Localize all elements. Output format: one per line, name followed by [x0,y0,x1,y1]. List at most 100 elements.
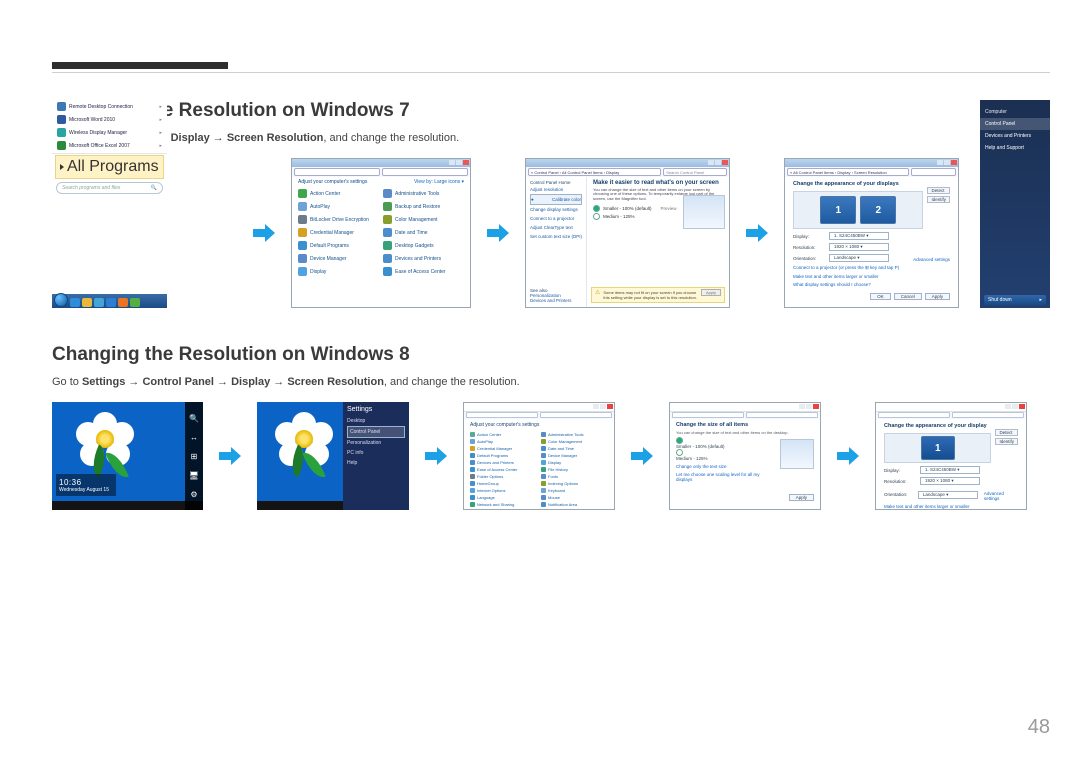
cp-item[interactable]: Language [470,494,537,501]
cp-item[interactable]: Programs and Features [541,508,608,510]
address-bar[interactable]: « Control Panel › All Control Panel Item… [528,168,727,176]
cp-item[interactable]: Folder Options [470,473,537,480]
address-bar[interactable]: « All Control Panel Items › Display › Sc… [787,168,956,176]
cp-item[interactable]: Action Center [470,431,537,438]
start-right-item[interactable]: Control Panel [980,118,1050,130]
cp-item[interactable]: BitLocker Drive Encryption [298,213,379,226]
start-right-item[interactable]: Help and Support [980,142,1050,154]
all-programs-button[interactable]: All Programs [55,155,164,179]
cp-item[interactable]: AutoPlay [298,200,379,213]
cp-item[interactable]: Default Programs [298,239,379,252]
scale-medium-radio[interactable]: Medium - 125% [676,449,774,461]
cp-item[interactable]: Default Programs [470,452,537,459]
start-item[interactable]: Wireless Display Manager ▸ [52,126,167,139]
charm-devices-icon[interactable]: 🖥 [189,470,199,480]
start-item[interactable]: Microsoft Word 2010 ▸ [52,113,167,126]
monitor-2-icon[interactable]: 2 [860,196,896,224]
settings-panel-item[interactable]: Control Panel [347,426,405,438]
apply-button[interactable]: Apply [925,293,950,300]
identify-button[interactable]: Identify [927,196,950,203]
advanced-settings-link[interactable]: Advanced settings [984,491,1018,501]
cp-item[interactable]: Indexing Options [541,480,608,487]
orientation-select[interactable]: Landscape ▾ [918,491,978,499]
orientation-select[interactable]: Landscape ▾ [829,254,889,262]
text-size-link[interactable]: Make text and other items larger or smal… [793,274,950,279]
settings-panel-item[interactable]: PC info [347,448,405,458]
monitor-preview-area[interactable]: 1 [884,433,991,463]
window-controls[interactable] [449,160,469,165]
start-search-input[interactable]: Search programs and files 🔍 [56,182,163,194]
cp-item[interactable]: Devices and Printers [383,252,464,265]
cancel-button[interactable]: Cancel [894,293,922,300]
display-select[interactable]: 1. S24C450BW ▾ [829,232,889,240]
resolution-select[interactable]: 1920 × 1080 ▾ [920,477,980,485]
cp-item[interactable]: Ease of Access Center [383,265,464,278]
sidebar-link[interactable]: Adjust resolution [530,185,582,194]
taskbar[interactable] [52,294,167,308]
cp-item[interactable]: Device Manager [541,452,608,459]
start-item[interactable]: Microsoft Office Excel 2007 ▸ [52,139,167,152]
address-bar[interactable] [672,412,818,418]
cp-item[interactable]: Color Management [541,438,608,445]
charm-settings-icon[interactable]: ⚙ [189,489,199,499]
projector-link[interactable]: Connect to a projector (or press the ⊞ k… [793,265,950,271]
sidebar-link[interactable]: Set custom text size (DPI) [530,232,582,241]
cp-item[interactable]: Notification Area [541,501,608,508]
settings-panel-item[interactable]: Personalization [347,438,405,448]
cp-item[interactable]: Desktop Gadgets [383,239,464,252]
cp-item[interactable]: AutoPlay [470,438,537,445]
start-orb-icon[interactable] [54,293,68,307]
monitor-1-icon[interactable]: 1 [921,436,955,460]
taskbar-pin[interactable] [94,298,104,307]
apply-button[interactable]: Apply [701,289,721,296]
address-bar[interactable] [878,412,1024,418]
cp-item[interactable]: Credential Manager [298,226,379,239]
advanced-settings-link[interactable]: Advanced settings [913,257,950,262]
cp-item[interactable]: Device Manager [298,252,379,265]
cp-item[interactable]: Administrative Tools [383,187,464,200]
taskbar[interactable] [257,501,351,510]
text-size-link[interactable]: Make text and other items larger or smal… [884,504,1018,509]
cp-item[interactable]: Network and Sharing [470,501,537,508]
sidebar-link[interactable]: Adjust ClearType text [530,223,582,232]
taskbar-pin[interactable] [70,298,80,307]
taskbar-pin[interactable] [106,298,116,307]
start-item[interactable]: Remote Desktop Connection ▸ [52,100,167,113]
scale-small-radio[interactable]: Smaller - 100% (default) [676,437,774,449]
help-link[interactable]: What display settings should I choose? [793,282,950,287]
detect-button[interactable]: Detect [927,187,950,194]
text-size-link[interactable]: Change only the text size [676,464,774,469]
cp-item[interactable]: Color Management [383,213,464,226]
detect-button[interactable]: Detect [995,429,1018,436]
window-controls[interactable] [1005,404,1025,409]
window-controls[interactable] [593,404,613,409]
settings-panel-item[interactable]: Desktop [347,416,405,426]
taskbar-pin[interactable] [118,298,128,307]
monitor-preview-area[interactable]: 1 2 [793,191,923,229]
monitor-1-icon[interactable]: 1 [820,196,856,224]
apply-button[interactable]: Apply [789,494,814,501]
window-controls[interactable] [799,404,819,409]
charm-search-icon[interactable]: 🔍 [189,413,199,423]
shutdown-button[interactable]: Shut down ▸ [984,295,1046,305]
start-right-item[interactable]: Devices and Printers [980,130,1050,142]
cp-item[interactable]: Fonts [541,473,608,480]
cp-item[interactable]: Date and Time [383,226,464,239]
cp-item[interactable]: Ease of Access Center [470,466,537,473]
charm-share-icon[interactable]: ↔ [189,432,199,442]
resolution-select[interactable]: 1920 × 1080 ▾ [829,243,889,251]
cp-item[interactable]: Keyboard [541,487,608,494]
charms-bar[interactable]: 🔍 ↔ ⊞ 🖥 ⚙ [185,402,203,510]
cp-item[interactable]: Administrative Tools [541,431,608,438]
ok-button[interactable]: OK [870,293,891,300]
address-bar[interactable] [294,168,468,176]
cp-item[interactable]: Backup and Restore [383,200,464,213]
identify-button[interactable]: Identify [995,438,1018,445]
cp-item[interactable]: Display [298,265,379,278]
taskbar-pin[interactable] [130,298,140,307]
charm-start-icon[interactable]: ⊞ [189,451,199,461]
cp-item[interactable]: Internet Options [470,487,537,494]
sidebar-link[interactable]: Connect to a projector [530,214,582,223]
taskbar[interactable] [52,501,203,510]
display-select[interactable]: 1. S24C450BW ▾ [920,466,980,474]
